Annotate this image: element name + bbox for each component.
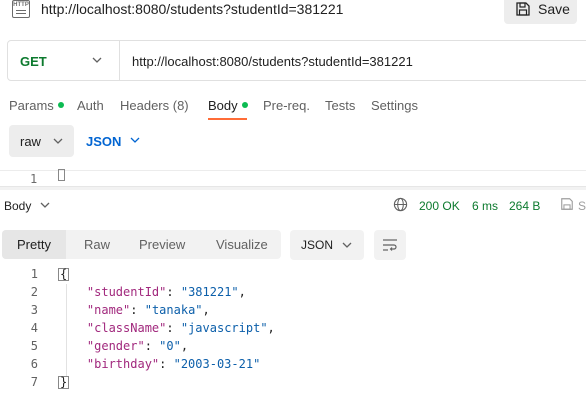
tab-body-label: Body — [208, 98, 238, 113]
json-key: "birthday" — [86, 357, 160, 371]
tab-pre-request-label: Pre-req. — [263, 98, 310, 113]
line-number: 3 — [30, 303, 38, 317]
view-tab-preview[interactable]: Preview — [139, 237, 185, 252]
response-time[interactable]: 6 ms — [472, 199, 498, 213]
globe-icon[interactable] — [393, 197, 408, 212]
view-tab-pretty[interactable]: Pretty — [17, 237, 51, 252]
params-indicator-dot — [57, 102, 64, 108]
chevron-down-icon[interactable] — [92, 56, 102, 64]
json-value: "2003-03-21" — [173, 357, 261, 371]
line-number: 6 — [30, 357, 38, 371]
save-label: Save — [538, 1, 570, 17]
json-brace: { — [58, 267, 70, 281]
chevron-down-icon[interactable] — [130, 136, 140, 144]
http-icon-text: HTTP — [13, 2, 29, 8]
json-brace: } — [58, 375, 70, 389]
pane-resize-handle[interactable] — [0, 186, 586, 190]
request-brace-marker — [58, 169, 65, 181]
json-key: "studentId" — [86, 285, 167, 299]
save-response-label[interactable]: S — [578, 199, 586, 213]
body-mode-dropdown[interactable]: raw — [9, 125, 74, 157]
response-format-label: JSON — [301, 238, 334, 252]
json-key: "className" — [86, 321, 167, 335]
tab-body[interactable]: Body — [208, 98, 248, 113]
chevron-down-icon — [342, 242, 352, 248]
tab-settings[interactable]: Settings — [371, 98, 418, 113]
tab-params[interactable]: Params — [9, 98, 64, 113]
url-input[interactable]: http://localhost:8080/students?studentId… — [132, 54, 413, 69]
line-number: 5 — [30, 339, 38, 353]
tab-headers[interactable]: Headers (8) — [120, 98, 189, 113]
save-response-icon[interactable] — [560, 197, 574, 211]
line-number: 2 — [30, 285, 38, 299]
chevron-down-icon — [53, 138, 63, 144]
json-comma: , — [202, 303, 210, 317]
json-value: "0" — [159, 339, 181, 353]
save-button[interactable]: Save — [504, 0, 577, 24]
http-request-icon: HTTP — [12, 0, 30, 18]
code-line[interactable]: { — [58, 267, 70, 281]
line-number: 1 — [30, 267, 38, 281]
code-line[interactable]: "className": "javascript", — [58, 321, 275, 335]
body-mode-label: raw — [20, 134, 41, 149]
code-line[interactable]: } — [58, 375, 70, 389]
json-value: "javascript" — [180, 321, 268, 335]
tab-params-label: Params — [9, 98, 54, 113]
url-divider — [119, 41, 120, 80]
request-title[interactable]: http://localhost:8080/students?studentId… — [41, 1, 343, 17]
tab-tests[interactable]: Tests — [325, 98, 355, 113]
code-line[interactable]: "studentId": "381221", — [58, 285, 246, 299]
json-comma: , — [267, 321, 275, 335]
tab-auth[interactable]: Auth — [77, 98, 104, 113]
view-tab-visualize[interactable]: Visualize — [216, 237, 268, 252]
json-comma: , — [180, 339, 189, 353]
line-number: 4 — [30, 321, 38, 335]
tab-settings-label: Settings — [371, 98, 418, 113]
active-tab-underline — [208, 118, 247, 120]
json-value: "tanaka" — [144, 303, 203, 317]
json-key: "name" — [86, 303, 131, 317]
request-body-editor[interactable] — [0, 170, 586, 184]
response-size[interactable]: 264 B — [509, 199, 540, 213]
response-format-dropdown[interactable]: JSON — [290, 230, 364, 260]
tab-tests-label: Tests — [325, 98, 356, 113]
method-select[interactable]: GET — [20, 54, 47, 69]
tab-auth-label: Auth — [77, 98, 104, 113]
request-line-number: 1 — [30, 172, 38, 186]
code-line[interactable]: "name": "tanaka", — [58, 303, 210, 317]
code-line[interactable]: "birthday": "2003-03-21" — [58, 357, 260, 371]
tab-headers-label: Headers (8) — [120, 98, 189, 113]
view-tab-raw[interactable]: Raw — [84, 237, 110, 252]
wrap-lines-button[interactable] — [374, 230, 406, 260]
chevron-down-icon[interactable] — [40, 201, 50, 209]
body-language-dropdown[interactable]: JSON — [86, 134, 121, 149]
json-comma: , — [238, 285, 246, 299]
response-status[interactable]: 200 OK — [419, 199, 460, 213]
body-indicator-dot — [241, 102, 248, 108]
tab-pre-request[interactable]: Pre-req. — [263, 98, 310, 113]
line-number: 7 — [30, 375, 38, 389]
save-icon — [516, 2, 530, 16]
code-line[interactable]: "gender": "0", — [58, 339, 188, 353]
json-key: "gender" — [86, 339, 145, 353]
json-value: "381221" — [180, 285, 239, 299]
wrap-lines-icon — [383, 239, 397, 251]
response-section-dropdown[interactable]: Body — [4, 199, 31, 213]
